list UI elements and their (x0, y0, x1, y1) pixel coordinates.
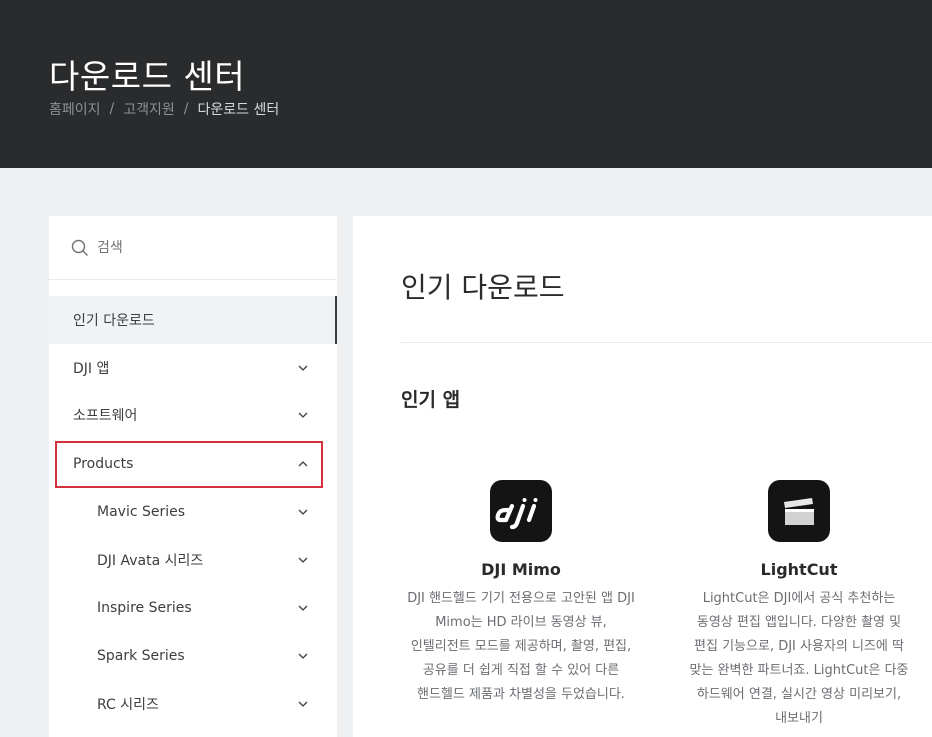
divider (401, 342, 932, 343)
main-content: 인기 다운로드 인기 앱 DJI Mimo DJI 핸드헬드 기기 전용으로 고… (353, 216, 932, 737)
sidebar-item-label: Inspire Series (97, 600, 192, 616)
chevron-down-icon[interactable] (297, 602, 309, 614)
app-name[interactable]: DJI Mimo (401, 560, 641, 579)
sidebar-item[interactable]: DJI Avata 시리즈 (49, 536, 337, 584)
breadcrumb-home-link[interactable]: 홈페이지 (49, 99, 101, 119)
page-header: 다운로드 센터 홈페이지 / 고객지원 / 다운로드 센터 (0, 0, 932, 168)
sidebar-item[interactable]: Inspire Series (49, 584, 337, 632)
sidebar-item-label: Spark Series (97, 648, 185, 664)
sidebar-item-label: Mavic Series (97, 504, 186, 520)
breadcrumb-separator: / (183, 101, 189, 117)
search-icon[interactable] (71, 239, 89, 257)
breadcrumb-current: 다운로드 센터 (197, 102, 280, 118)
search-input[interactable] (97, 239, 297, 256)
sidebar-item-label: Products (73, 456, 134, 472)
app-description: DJI 핸드헬드 기기 전용으로 고안된 앱 DJI Mimo는 HD 라이브 … (407, 591, 635, 702)
subsection-heading: 인기 앱 (401, 389, 461, 411)
sidebar-item[interactable]: Spark Series (49, 632, 337, 680)
dji-logo-icon[interactable] (490, 480, 552, 542)
clapperboard-icon[interactable] (768, 480, 830, 542)
section-heading: 인기 다운로드 (401, 271, 565, 304)
page-title: 다운로드 센터 (49, 57, 246, 96)
sidebar-item[interactable]: Mavic Series (49, 488, 337, 536)
sidebar-item-label: 인기 다운로드 (73, 313, 155, 329)
app-card-lightcut[interactable]: LightCut LightCut은 DJI에서 공식 추천하는 동영상 편집 … (679, 480, 919, 731)
breadcrumb: 홈페이지 / 고객지원 / 다운로드 센터 (49, 99, 279, 119)
breadcrumb-support-link[interactable]: 고객지원 (123, 99, 175, 119)
sidebar-item[interactable]: RC 시리즈 (49, 680, 337, 728)
sidebar-item-label: DJI Avata 시리즈 (97, 553, 204, 569)
chevron-down-icon[interactable] (297, 650, 309, 662)
chevron-down-icon[interactable] (297, 506, 309, 518)
sidebar-item-label: RC 시리즈 (97, 697, 159, 713)
app-description: LightCut은 DJI에서 공식 추천하는 동영상 편집 앱입니다. 다양한… (689, 591, 909, 726)
search-bar (49, 216, 337, 280)
app-name[interactable]: LightCut (679, 560, 919, 579)
sidebar-item[interactable]: 소프트웨어 (49, 391, 337, 439)
chevron-down-icon[interactable] (297, 698, 309, 710)
sidebar: 인기 다운로드 DJI 앱소프트웨어 Products Mavic Series DJI… (49, 216, 337, 737)
chevron-down-icon[interactable] (297, 362, 309, 374)
sidebar-item-label: 소프트웨어 (73, 408, 138, 424)
breadcrumb-separator: / (109, 101, 115, 117)
chevron-down-icon[interactable] (297, 409, 309, 421)
sidebar-item[interactable]: 인기 다운로드 (49, 296, 337, 344)
app-card-dji-mimo[interactable]: DJI Mimo DJI 핸드헬드 기기 전용으로 고안된 앱 DJI Mimo… (401, 480, 641, 707)
chevron-up-icon[interactable] (297, 458, 309, 470)
sidebar-item[interactable]: Products (49, 440, 337, 488)
sidebar-item-label: DJI 앱 (73, 361, 110, 377)
sidebar-item[interactable]: DJI 앱 (49, 344, 337, 392)
chevron-down-icon[interactable] (297, 554, 309, 566)
